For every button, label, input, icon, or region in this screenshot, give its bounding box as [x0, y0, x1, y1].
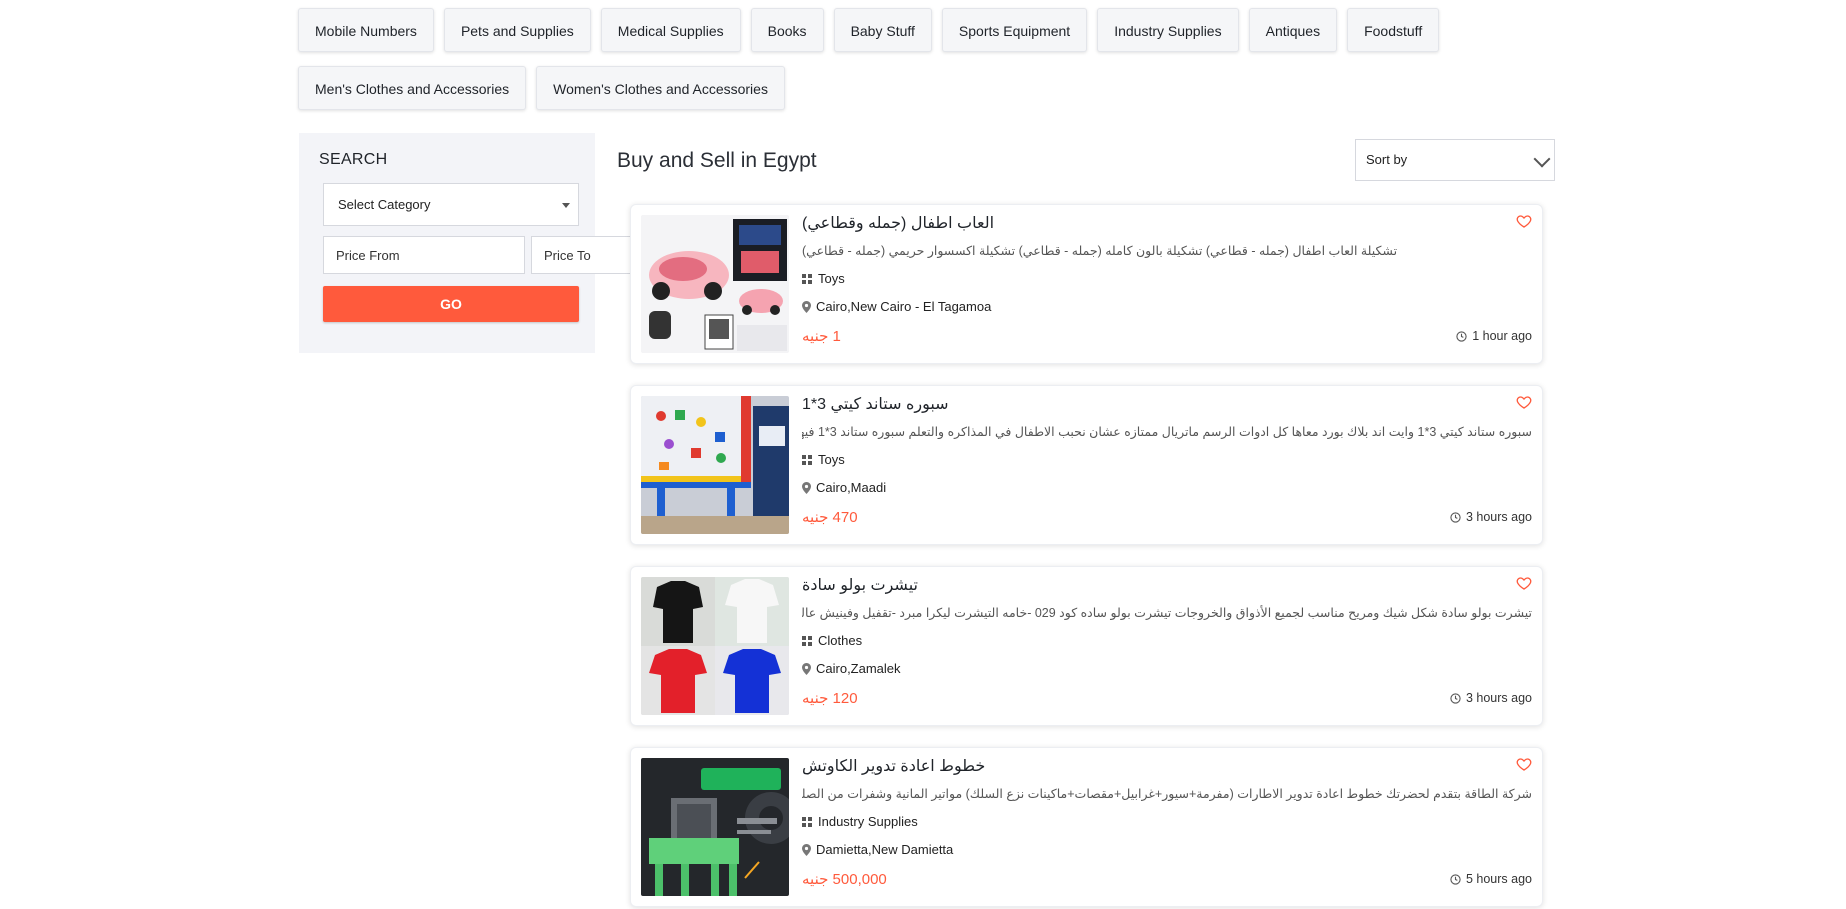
ad-time: 3 hours ago	[1450, 691, 1532, 705]
ad-price: 120 جنيه	[802, 690, 858, 707]
ad-time-label: 5 hours ago	[1465, 872, 1532, 886]
ad-price: 470 جنيه	[802, 509, 858, 526]
ad-category-label: Industry Supplies	[818, 814, 918, 829]
category-antiques[interactable]: Antiques	[1248, 8, 1338, 52]
caret-down-icon	[562, 203, 570, 208]
category-select-value: Select Category	[338, 197, 431, 212]
ad-location: Cairo,New Cairo - El Tagamoa	[802, 299, 991, 314]
location-pin-icon	[802, 481, 811, 494]
ad-time: 1 hour ago	[1456, 329, 1532, 343]
grid-icon	[802, 454, 812, 465]
ad-location-label: Cairo,New Cairo - El Tagamoa	[816, 299, 992, 314]
ad-time: 5 hours ago	[1450, 872, 1532, 886]
ad-location-label: Cairo,Zamalek	[816, 661, 901, 676]
ad-time-label: 1 hour ago	[1472, 329, 1532, 343]
ad-time-label: 3 hours ago	[1465, 691, 1532, 705]
go-button[interactable]: GO	[323, 286, 579, 322]
ad-description: تشكيلة العاب اطفال (جمله - قطاعي) تشكيلة…	[802, 244, 1398, 258]
ad-location: Damietta,New Damietta	[802, 842, 953, 857]
ad-image-kids-board[interactable]	[641, 396, 789, 534]
category-bar: Mobile Numbers Pets and Supplies Medical…	[298, 8, 1558, 110]
sort-select[interactable]: Sort by	[1355, 139, 1555, 181]
sort-select-value: Sort by	[1366, 152, 1408, 167]
category-industry-supplies[interactable]: Industry Supplies	[1097, 8, 1239, 52]
ad-image-toy-car[interactable]	[641, 215, 789, 353]
chevron-down-icon	[1533, 150, 1551, 168]
category-books[interactable]: Books	[750, 8, 824, 52]
ads-list: العاب اطفال (جمله وقطاعي) تشكيلة العاب ا…	[630, 204, 1543, 909]
ad-card[interactable]: خطوط اعادة تدوير الكاوتش شركة الطاقة بتق…	[630, 747, 1543, 907]
ad-image-polo-shirts[interactable]	[641, 577, 789, 715]
heart-icon[interactable]	[1516, 394, 1532, 410]
toy-car-photo	[641, 215, 789, 353]
location-pin-icon	[802, 300, 811, 313]
clock-icon	[1450, 873, 1461, 885]
ad-price: 1 جنيه	[802, 328, 841, 345]
category-medical-supplies[interactable]: Medical Supplies	[600, 8, 741, 52]
ad-price: 500,000 جنيه	[802, 871, 887, 888]
clock-icon	[1450, 511, 1461, 523]
ad-description: سبوره ستاند كيتي 3*1 وايت اند بلاك بورد …	[802, 425, 1532, 439]
grid-icon	[802, 816, 812, 827]
price-from-input[interactable]	[323, 236, 525, 274]
category-baby-stuff[interactable]: Baby Stuff	[833, 8, 932, 52]
ad-time-label: 3 hours ago	[1465, 510, 1532, 524]
ad-title[interactable]: العاب اطفال (جمله وقطاعي)	[802, 213, 994, 233]
kids-board-photo	[641, 396, 789, 534]
ad-location-label: Cairo,Maadi	[816, 480, 887, 495]
ad-category: Toys	[802, 271, 845, 286]
ad-image-recycling-machine[interactable]	[641, 758, 789, 896]
ad-location-label: Damietta,New Damietta	[816, 842, 954, 857]
price-range	[323, 236, 733, 274]
heart-icon[interactable]	[1516, 575, 1532, 591]
ad-description: شركة الطاقة بتقدم لحضرتك خطوط اعادة تدوي…	[802, 787, 1532, 801]
location-pin-icon	[802, 843, 811, 856]
page-title: Buy and Sell in Egypt	[617, 149, 817, 172]
ad-card[interactable]: سبوره ستاند كيتي 3*1 سبوره ستاند كيتي 3*…	[630, 385, 1543, 545]
category-pets-and-supplies[interactable]: Pets and Supplies	[443, 8, 591, 52]
ad-card[interactable]: تيشرت بولو سادة تيشرت بولو سادة شكل شيك …	[630, 566, 1543, 726]
clock-icon	[1456, 330, 1467, 342]
ad-card[interactable]: العاب اطفال (جمله وقطاعي) تشكيلة العاب ا…	[630, 204, 1543, 364]
ad-category-label: Clothes	[818, 633, 863, 648]
category-mobile-numbers[interactable]: Mobile Numbers	[298, 8, 434, 52]
ad-time: 3 hours ago	[1450, 510, 1532, 524]
search-sidebar: SEARCH Select Category GO	[299, 133, 733, 353]
grid-icon	[802, 273, 812, 284]
ad-title[interactable]: سبوره ستاند كيتي 3*1	[802, 394, 949, 414]
ad-location: Cairo,Zamalek	[802, 661, 901, 676]
recycling-machine-photo	[641, 758, 789, 896]
ad-category: Clothes	[802, 633, 862, 648]
search-title: SEARCH	[319, 151, 388, 168]
ad-description: تيشرت بولو سادة شكل شيك ومريح مناسب لجمي…	[802, 606, 1532, 620]
ad-title[interactable]: خطوط اعادة تدوير الكاوتش	[802, 756, 985, 776]
listing-header: Buy and Sell in Egypt Sort by	[617, 139, 1555, 181]
category-sports-equipment[interactable]: Sports Equipment	[941, 8, 1088, 52]
clock-icon	[1450, 692, 1461, 704]
category-select[interactable]: Select Category	[323, 183, 579, 226]
ad-category-label: Toys	[818, 452, 845, 467]
ad-category: Industry Supplies	[802, 814, 918, 829]
polo-shirts-photo	[641, 577, 789, 715]
category-mens-clothes[interactable]: Men's Clothes and Accessories	[298, 66, 527, 110]
ad-location: Cairo,Maadi	[802, 480, 886, 495]
heart-icon[interactable]	[1516, 213, 1532, 229]
ad-title[interactable]: تيشرت بولو سادة	[802, 575, 918, 595]
grid-icon	[802, 635, 812, 646]
ad-category-label: Toys	[818, 271, 845, 286]
heart-icon[interactable]	[1516, 756, 1532, 772]
category-womens-clothes[interactable]: Women's Clothes and Accessories	[536, 66, 785, 110]
ad-category: Toys	[802, 452, 845, 467]
location-pin-icon	[802, 662, 811, 675]
category-foodstuff[interactable]: Foodstuff	[1347, 8, 1440, 52]
